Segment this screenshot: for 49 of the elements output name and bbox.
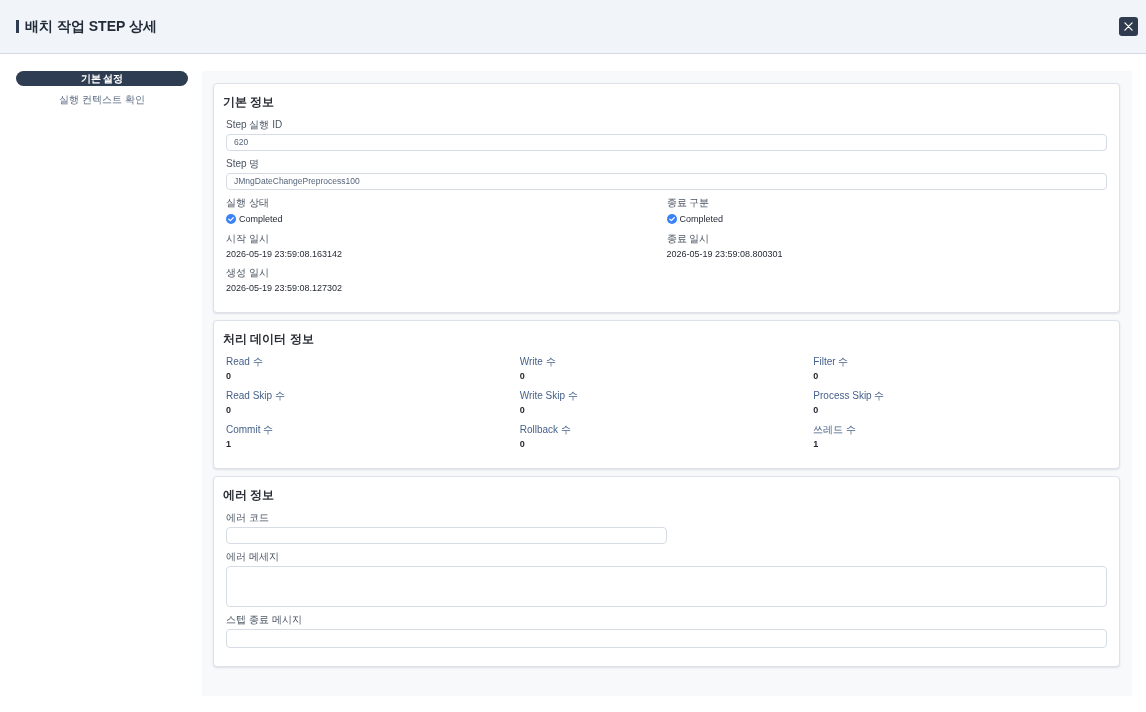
status-text: Completed bbox=[239, 214, 283, 224]
field-label: 생성 일시 bbox=[226, 267, 269, 279]
close-icon bbox=[1124, 22, 1133, 31]
field-label: Step 실행 ID bbox=[226, 119, 283, 131]
accent-bar-icon bbox=[16, 20, 19, 33]
page-title: 배치 작업 STEP 상세 bbox=[25, 17, 158, 36]
count-value: 0 bbox=[813, 404, 819, 416]
field-label: 에러 메세지 bbox=[226, 551, 279, 563]
field-label: 시작 일시 bbox=[226, 233, 269, 245]
text-field[interactable]: 620 bbox=[226, 134, 1107, 151]
field-label: Process Skip 수 bbox=[813, 390, 885, 402]
field-value: 2026-05-19 23:59:08.800301 bbox=[666, 248, 783, 260]
count-value: 1 bbox=[813, 438, 819, 450]
text-field[interactable]: JMngDateChangePreprocess100 bbox=[226, 173, 1107, 190]
count-value: 1 bbox=[226, 438, 231, 450]
field-label: Step 명 bbox=[226, 158, 260, 170]
field-label: Filter 수 bbox=[813, 356, 849, 368]
count-value: 0 bbox=[226, 404, 231, 416]
count-value: 0 bbox=[519, 370, 525, 382]
field-value: 2026-05-19 23:59:08.127302 bbox=[226, 282, 343, 294]
check-circle-icon bbox=[226, 214, 236, 224]
check-circle-icon bbox=[666, 214, 677, 224]
section-title: 처리 데이터 정보 bbox=[223, 332, 314, 346]
field-label: Read Skip 수 bbox=[226, 390, 285, 402]
sidebar-item[interactable]: 실행 컨텍스트 확인 bbox=[16, 92, 188, 107]
close-button[interactable] bbox=[1119, 17, 1138, 36]
field-label: Read 수 bbox=[226, 356, 263, 368]
text-field[interactable] bbox=[226, 527, 667, 544]
field-label: Commit 수 bbox=[226, 424, 274, 436]
status-text: Completed bbox=[679, 214, 724, 224]
field-label: Write Skip 수 bbox=[519, 390, 578, 402]
field-label: 종료 구분 bbox=[666, 197, 710, 209]
field-label: 쓰레드 수 bbox=[813, 424, 857, 436]
field-label: 실행 상태 bbox=[226, 197, 269, 209]
section-title: 에러 정보 bbox=[223, 488, 275, 502]
field-label: 에러 코드 bbox=[226, 512, 269, 524]
sidebar-item[interactable]: 기본 설정 bbox=[16, 71, 188, 86]
field-label: Write 수 bbox=[519, 356, 556, 368]
text-field[interactable] bbox=[226, 629, 1107, 648]
section-title: 기본 정보 bbox=[223, 95, 275, 109]
field-value: 2026-05-19 23:59:08.163142 bbox=[226, 248, 343, 260]
field-label: 스텝 종료 메시지 bbox=[226, 614, 302, 626]
count-value: 0 bbox=[519, 404, 525, 416]
textarea-field[interactable] bbox=[226, 566, 1107, 607]
count-value: 0 bbox=[813, 370, 819, 382]
count-value: 0 bbox=[226, 370, 231, 382]
field-label: Rollback 수 bbox=[519, 424, 571, 436]
count-value: 0 bbox=[519, 438, 525, 450]
field-label: 종료 일시 bbox=[666, 233, 710, 245]
